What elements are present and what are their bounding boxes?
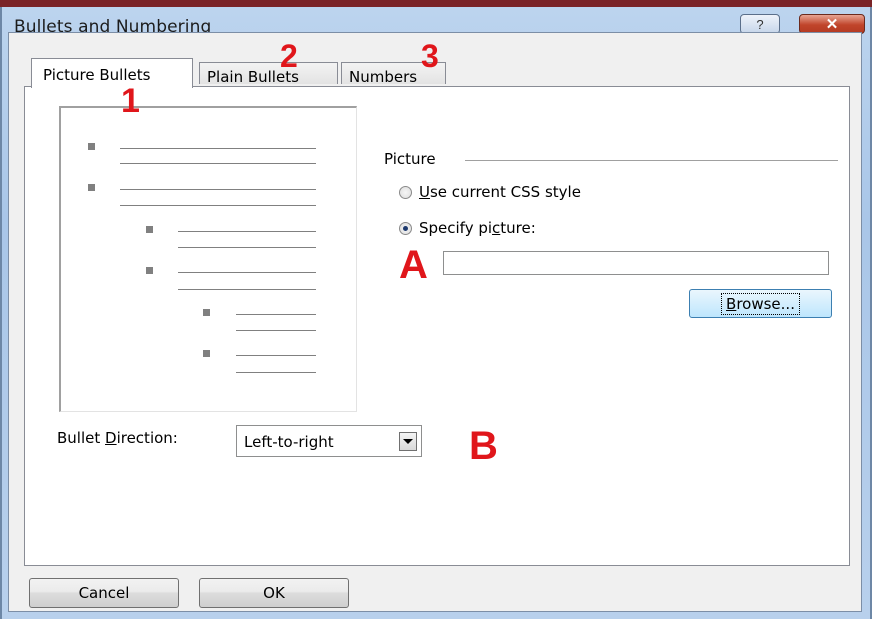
preview-line bbox=[178, 247, 316, 248]
browse-button[interactable]: Browse... bbox=[689, 289, 832, 318]
preview-line bbox=[120, 163, 316, 164]
picture-path-input[interactable] bbox=[443, 251, 829, 275]
use-css-style-radio[interactable] bbox=[399, 186, 412, 199]
preview-bullet bbox=[203, 350, 210, 357]
tab-picture-bullets[interactable]: Picture Bullets bbox=[31, 58, 193, 88]
specify-picture-radio[interactable] bbox=[399, 222, 412, 235]
preview-line bbox=[236, 355, 316, 356]
preview-line bbox=[120, 205, 316, 206]
top-accent-bar bbox=[0, 0, 872, 7]
picture-group-label: Picture bbox=[384, 150, 436, 168]
use-css-style-label[interactable]: Use current CSS style bbox=[419, 183, 581, 201]
preview-line bbox=[178, 231, 316, 232]
tab-plain-bullets[interactable]: Plain Bullets bbox=[199, 62, 338, 86]
help-icon: ? bbox=[756, 16, 764, 32]
browse-button-label: Browse... bbox=[721, 292, 800, 315]
preview-bullet bbox=[88, 184, 95, 191]
dropdown-arrow-button[interactable] bbox=[399, 432, 417, 451]
chevron-down-icon bbox=[403, 439, 413, 444]
annotation-1: 1 bbox=[121, 82, 140, 120]
preview-line bbox=[236, 372, 316, 373]
radio-selected-dot bbox=[403, 226, 408, 231]
bullet-direction-value: Left-to-right bbox=[244, 433, 334, 451]
preview-line bbox=[120, 189, 316, 190]
cancel-button[interactable]: Cancel bbox=[29, 578, 179, 608]
bullet-direction-label: Bullet Direction: bbox=[57, 429, 178, 447]
preview-line bbox=[236, 314, 316, 315]
picture-group-divider bbox=[465, 160, 838, 161]
bullet-direction-dropdown[interactable]: Left-to-right bbox=[236, 425, 422, 457]
annotation-2: 2 bbox=[280, 38, 298, 74]
preview-bullet bbox=[146, 226, 153, 233]
ok-button[interactable]: OK bbox=[199, 578, 349, 608]
close-button[interactable]: ✕ bbox=[799, 14, 865, 34]
preview-line bbox=[120, 148, 316, 149]
bullet-preview bbox=[59, 106, 357, 412]
preview-bullet bbox=[88, 143, 95, 150]
annotation-3: 3 bbox=[421, 38, 439, 74]
help-button[interactable]: ? bbox=[740, 14, 780, 34]
annotation-b: B bbox=[469, 424, 498, 468]
specify-picture-label[interactable]: Specify picture: bbox=[419, 219, 536, 237]
close-icon: ✕ bbox=[825, 16, 839, 33]
preview-line bbox=[178, 272, 316, 273]
preview-line bbox=[236, 330, 316, 331]
preview-bullet bbox=[203, 309, 210, 316]
preview-bullet bbox=[146, 267, 153, 274]
annotation-a: A bbox=[399, 243, 428, 287]
preview-line bbox=[178, 289, 316, 290]
